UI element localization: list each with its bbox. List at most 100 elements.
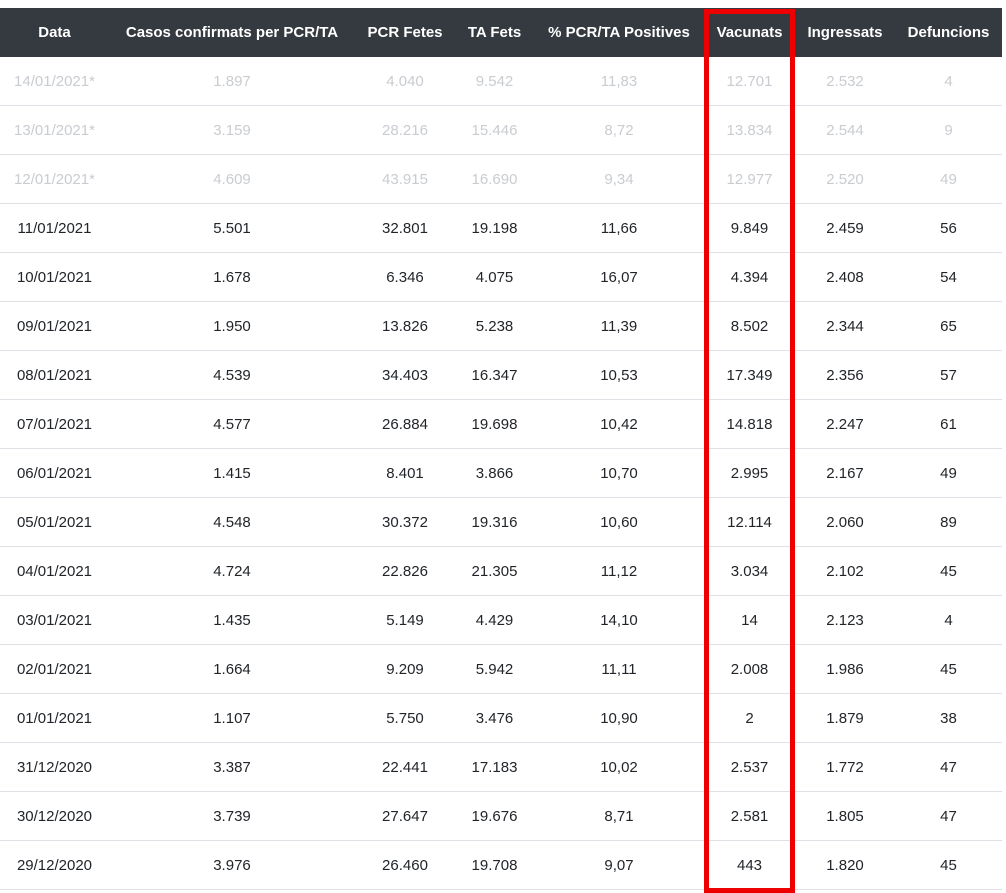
header-data: Data (0, 8, 109, 57)
cell-casos-confirmats: 3.739 (109, 791, 355, 841)
cell-vacunats: 12.701 (704, 57, 795, 106)
cell-pcr-fetes: 34.403 (355, 350, 455, 400)
cell-defuncions: 45 (895, 840, 1002, 890)
cell-casos-confirmats: 3.159 (109, 105, 355, 155)
cell-pcr-ta-positives: 11,66 (534, 203, 704, 253)
cell-pcr-fetes: 13.826 (355, 301, 455, 351)
cell-defuncions: 89 (895, 497, 1002, 547)
cell-vacunats: 2.581 (704, 791, 795, 841)
header-pcr-ta-positives: % PCR/TA Positives (534, 8, 704, 57)
cell-ingressats: 2.459 (795, 203, 895, 253)
cell-pcr-ta-positives: 10,42 (534, 399, 704, 449)
cell-date: 04/01/2021 (0, 546, 109, 596)
cell-defuncions: 49 (895, 448, 1002, 498)
cell-defuncions: 57 (895, 350, 1002, 400)
cell-pcr-ta-positives: 10,90 (534, 693, 704, 743)
cell-date: 03/01/2021 (0, 595, 109, 645)
cell-casos-confirmats: 3.976 (109, 840, 355, 890)
cell-ta-fets: 21.305 (455, 546, 534, 596)
table-row: 01/01/2021 1.107 5.750 3.476 10,90 2 1.879 38 (0, 693, 1002, 743)
table-row: 31/12/2020 3.387 22.441 17.183 10,02 2.537 1.7… (0, 742, 1002, 792)
cell-date: 08/01/2021 (0, 350, 109, 400)
cell-pcr-ta-positives: 9,07 (534, 840, 704, 890)
cell-date: 30/12/2020 (0, 791, 109, 841)
cell-pcr-ta-positives: 16,07 (534, 252, 704, 302)
table-row: 29/12/2020 3.976 26.460 19.708 9,07 443 1.820 4… (0, 840, 1002, 890)
cell-ingressats: 2.544 (795, 105, 895, 155)
cell-defuncions: 54 (895, 252, 1002, 302)
cell-vacunats: 3.034 (704, 546, 795, 596)
cell-vacunats: 8.502 (704, 301, 795, 351)
cell-ta-fets: 9.542 (455, 57, 534, 106)
cell-casos-confirmats: 1.897 (109, 57, 355, 106)
table-row: 08/01/2021 4.539 34.403 16.347 10,53 17.349 2.… (0, 350, 1002, 400)
cell-casos-confirmats: 4.724 (109, 546, 355, 596)
cell-vacunats: 14 (704, 595, 795, 645)
cell-pcr-fetes: 43.915 (355, 154, 455, 204)
cell-ingressats: 1.772 (795, 742, 895, 792)
cell-ta-fets: 19.698 (455, 399, 534, 449)
cell-pcr-ta-positives: 8,72 (534, 105, 704, 155)
cell-ingressats: 1.805 (795, 791, 895, 841)
cell-pcr-fetes: 22.826 (355, 546, 455, 596)
table-row: 14/01/2021* 1.897 4.040 9.542 11,83 12.701 2.5… (0, 57, 1002, 106)
cell-pcr-fetes: 26.460 (355, 840, 455, 890)
table-row: 11/01/2021 5.501 32.801 19.198 11,66 9.849 2.4… (0, 203, 1002, 253)
cell-date: 10/01/2021 (0, 252, 109, 302)
cell-pcr-fetes: 30.372 (355, 497, 455, 547)
cell-ingressats: 2.060 (795, 497, 895, 547)
cell-pcr-fetes: 9.209 (355, 644, 455, 694)
cell-ingressats: 1.820 (795, 840, 895, 890)
cell-date: 01/01/2021 (0, 693, 109, 743)
table-row: 10/01/2021 1.678 6.346 4.075 16,07 4.394 2.408… (0, 252, 1002, 302)
cell-casos-confirmats: 1.950 (109, 301, 355, 351)
cell-casos-confirmats: 1.678 (109, 252, 355, 302)
cell-date: 14/01/2021* (0, 57, 109, 106)
cell-date: 29/12/2020 (0, 840, 109, 890)
cell-ta-fets: 5.942 (455, 644, 534, 694)
cell-ta-fets: 15.446 (455, 105, 534, 155)
cell-vacunats: 12.114 (704, 497, 795, 547)
table-row: 13/01/2021* 3.159 28.216 15.446 8,72 13.834 2.… (0, 105, 1002, 155)
cell-date: 09/01/2021 (0, 301, 109, 351)
cell-ingressats: 1.879 (795, 693, 895, 743)
cell-ingressats: 2.102 (795, 546, 895, 596)
cell-ingressats: 2.344 (795, 301, 895, 351)
cell-ingressats: 2.247 (795, 399, 895, 449)
cell-vacunats: 2.537 (704, 742, 795, 792)
cell-defuncions: 45 (895, 644, 1002, 694)
cell-casos-confirmats: 4.548 (109, 497, 355, 547)
cell-vacunats: 13.834 (704, 105, 795, 155)
cell-defuncions: 4 (895, 57, 1002, 106)
cell-defuncions: 9 (895, 105, 1002, 155)
table-row: 06/01/2021 1.415 8.401 3.866 10,70 2.995 2.167… (0, 448, 1002, 498)
cell-defuncions: 49 (895, 154, 1002, 204)
table-row: 30/12/2020 3.739 27.647 19.676 8,71 2.581 1.80… (0, 791, 1002, 841)
cell-ta-fets: 3.866 (455, 448, 534, 498)
cell-ingressats: 2.408 (795, 252, 895, 302)
table-body: 14/01/2021* 1.897 4.040 9.542 11,83 12.701 2.5… (0, 57, 1002, 890)
cell-casos-confirmats: 4.539 (109, 350, 355, 400)
cell-pcr-fetes: 8.401 (355, 448, 455, 498)
cell-pcr-fetes: 4.040 (355, 57, 455, 106)
cell-vacunats: 12.977 (704, 154, 795, 204)
cell-casos-confirmats: 1.415 (109, 448, 355, 498)
cell-pcr-ta-positives: 11,83 (534, 57, 704, 106)
cell-pcr-ta-positives: 10,02 (534, 742, 704, 792)
cell-pcr-ta-positives: 10,60 (534, 497, 704, 547)
header-ta-fets: TA Fets (455, 8, 534, 57)
cell-pcr-fetes: 6.346 (355, 252, 455, 302)
cell-casos-confirmats: 5.501 (109, 203, 355, 253)
header-vacunats: Vacunats (704, 8, 795, 57)
cell-casos-confirmats: 1.435 (109, 595, 355, 645)
cell-ta-fets: 5.238 (455, 301, 534, 351)
header-pcr-fetes: PCR Fetes (355, 8, 455, 57)
table-row: 02/01/2021 1.664 9.209 5.942 11,11 2.008 1.986… (0, 644, 1002, 694)
cell-pcr-ta-positives: 11,11 (534, 644, 704, 694)
cell-ta-fets: 19.708 (455, 840, 534, 890)
cell-casos-confirmats: 1.664 (109, 644, 355, 694)
header-ingressats: Ingressats (795, 8, 895, 57)
cell-casos-confirmats: 4.609 (109, 154, 355, 204)
cell-pcr-ta-positives: 9,34 (534, 154, 704, 204)
cell-pcr-fetes: 28.216 (355, 105, 455, 155)
